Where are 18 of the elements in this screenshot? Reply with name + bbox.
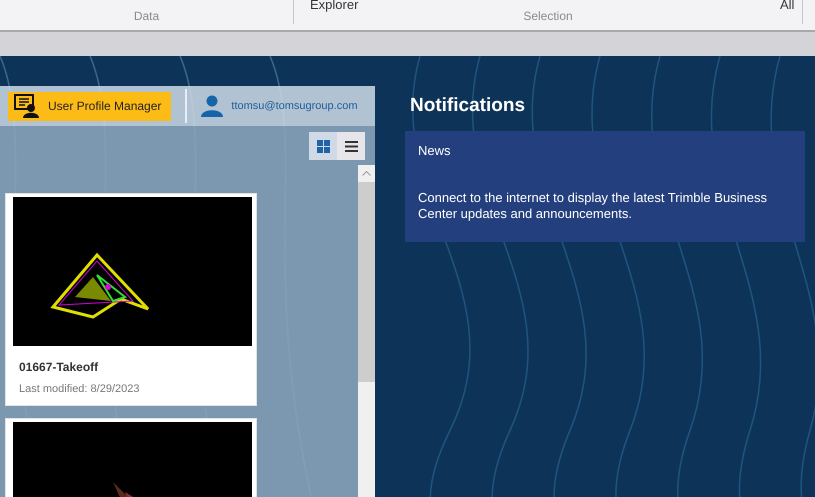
user-email-link[interactable]: ttomsu@tomsugroup.com (231, 100, 358, 112)
user-profile-manager-button[interactable]: User Profile Manager (8, 92, 172, 120)
menu-icon (344, 140, 358, 152)
scrollbar[interactable] (358, 165, 375, 497)
project-name: 01667-Takeoff (19, 360, 100, 374)
user-icon (201, 95, 224, 117)
grid-icon (316, 140, 330, 152)
notifications-title: Notifications (410, 95, 526, 117)
news-heading: News (418, 143, 452, 158)
chevron-up-icon (362, 171, 371, 176)
ribbon-group-label: Selection (522, 9, 574, 23)
ribbon-group-label: Data (132, 9, 160, 23)
scrollbar-thumb[interactable] (358, 182, 375, 382)
last-modified-date: Last modified: 8/29/2023 (19, 383, 140, 395)
user-monitor-icon (14, 94, 40, 118)
project-card[interactable]: 01667-Takeoff Last modified: 8/29/2023 (5, 193, 257, 406)
grid-view-button[interactable] (309, 132, 337, 160)
news-message: Connect to the internet to display the latest Trimble Business Center updates and announcements. (418, 190, 768, 222)
